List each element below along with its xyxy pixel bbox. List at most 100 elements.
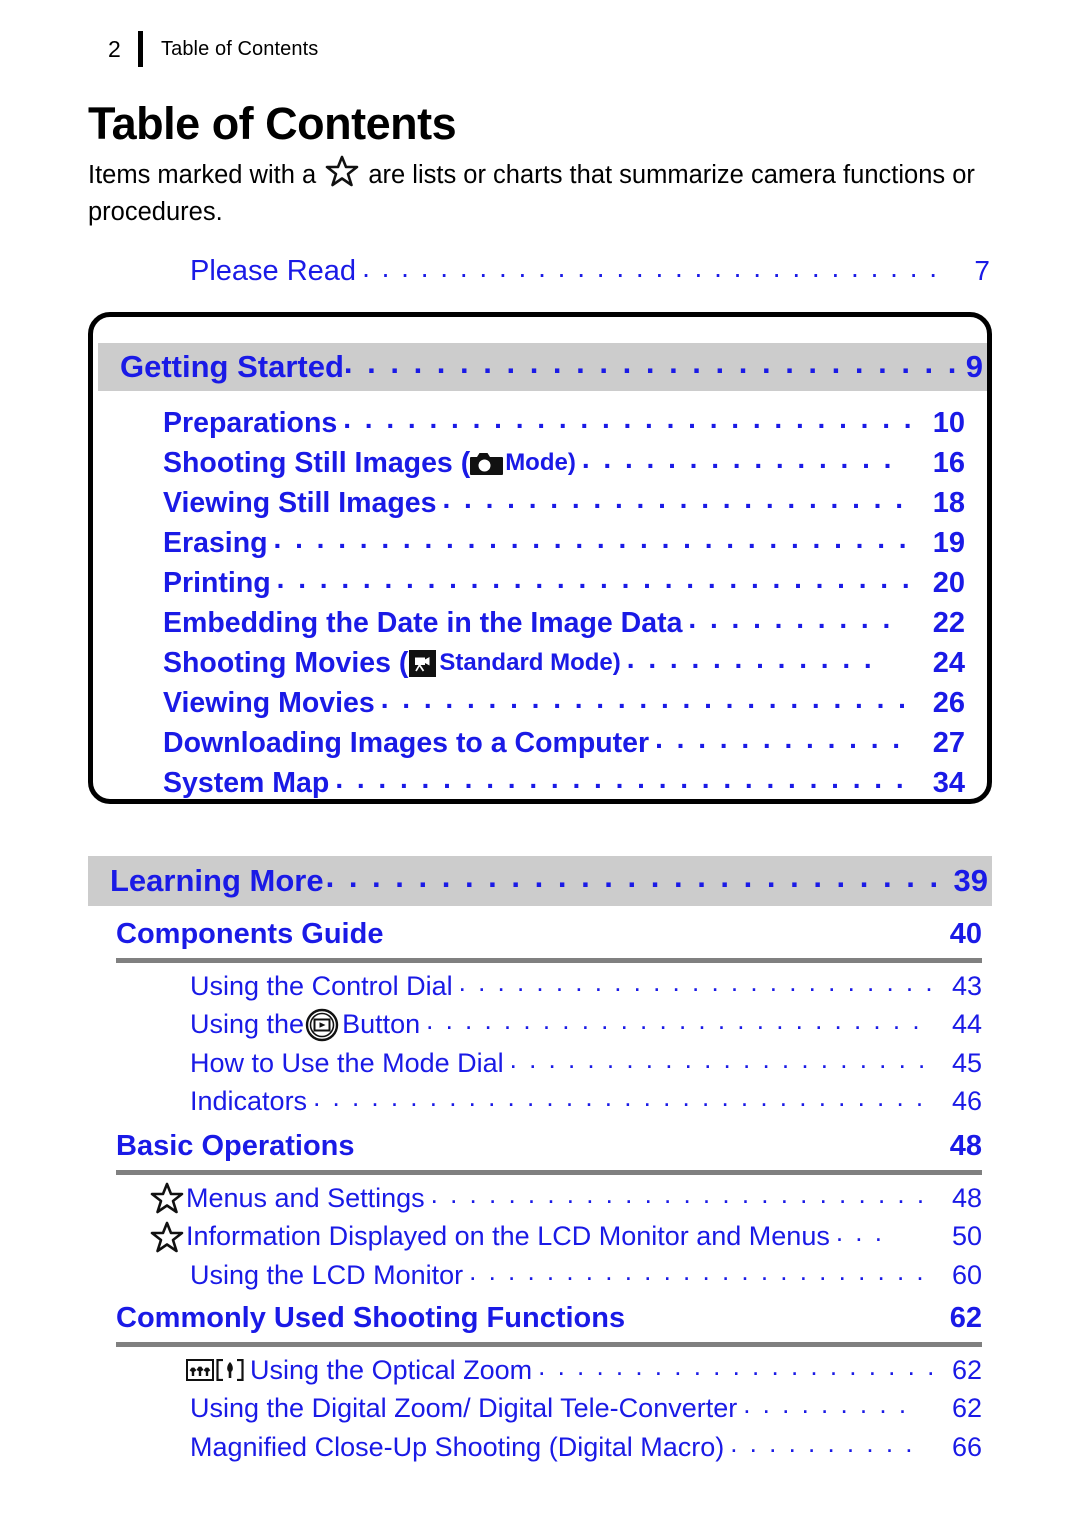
toc-entry-shooting-still-images[interactable]: Shooting Still Images ( Mode) . . . . . … (163, 443, 965, 483)
page-number: 19 (932, 526, 965, 559)
toc-entry-indicators[interactable]: Indicators . . . . . . . . . . . . . . .… (190, 1082, 982, 1122)
section-heading-row[interactable]: Basic Operations 48 (116, 1130, 982, 1163)
toc-entry-using-playback-button[interactable]: Using the Button . . . . . . . . . . . .… (190, 1005, 982, 1045)
section-commonly-used-shooting-functions: Commonly Used Shooting Functions 62 Usin… (116, 1302, 982, 1467)
star-icon (150, 1221, 184, 1253)
toc-entry-viewing-still-images[interactable]: Viewing Still Images . . . . . . . . . .… (163, 483, 965, 523)
toc-entry-label: Magnified Close-Up Shooting (Digital Mac… (190, 1431, 725, 1462)
toc-entry-label: Embedding the Date in the Image Data (163, 606, 683, 639)
toc-entry-label-suffix: Mode) (505, 449, 576, 476)
toc-entry-label: Using the LCD Monitor (190, 1259, 464, 1290)
toc-entry-label: Indicators (190, 1086, 308, 1117)
leader-dots: . . . . . . . . . . . . . . . . . . . . … (325, 859, 950, 894)
toc-entry-downloading-images[interactable]: Downloading Images to a Computer . . . .… (163, 723, 965, 763)
getting-started-banner[interactable]: Getting Started . . . . . . . . . . . . … (98, 343, 987, 391)
page-number: 20 (932, 566, 965, 599)
toc-entry-label-suffix: Button (342, 1009, 421, 1040)
page-number: 16 (932, 446, 965, 479)
section-heading-row[interactable]: Commonly Used Shooting Functions 62 (116, 1302, 982, 1335)
getting-started-box: Getting Started . . . . . . . . . . . . … (88, 312, 992, 804)
page-number: 24 (932, 646, 965, 679)
page-number: 18 (932, 486, 965, 519)
toc-entry-label: How to Use the Mode Dial (190, 1047, 504, 1078)
star-icon (150, 1182, 184, 1214)
toc-entry-viewing-movies[interactable]: Viewing Movies . . . . . . . . . . . . .… (163, 683, 965, 723)
section-title: Learning More (110, 863, 324, 898)
toc-entry-label: Using the Digital Zoom/ Digital Tele-Con… (190, 1393, 738, 1424)
toc-entry-preparations[interactable]: Preparations . . . . . . . . . . . . . .… (163, 403, 965, 443)
section-heading-label: Basic Operations (116, 1130, 355, 1162)
star-icon (325, 155, 359, 187)
section-entry-list: Using the Optical Zoom . . . . . . . . .… (116, 1347, 982, 1467)
leader-dots: . . . . . . . . . . . . . . . . . . . . … (362, 252, 940, 283)
page-number: 39 (953, 863, 988, 898)
page-number: 48 (949, 1130, 982, 1162)
leader-dots: . . . . . . . . . . . . . . . . . . . . … (458, 966, 932, 997)
header-title: Table of Contents (161, 37, 319, 60)
leader-dots: . . . . . . . . . . . . . . . . . . . . … (426, 1005, 932, 1036)
leader-dots: . . . . . . . . . . . . . . . . . . . . … (276, 563, 915, 594)
intro-text-before: Items marked with a (88, 161, 324, 189)
page-header: 2 Table of Contents (108, 28, 318, 70)
toc-entry-magnified-close-up-shooting[interactable]: Magnified Close-Up Shooting (Digital Mac… (190, 1428, 982, 1467)
page-number: 9 (965, 349, 983, 384)
page-number: 44 (951, 1009, 982, 1040)
leader-dots: . . . . . . . . . (743, 1389, 909, 1420)
toc-entry-erasing[interactable]: Erasing . . . . . . . . . . . . . . . . … (163, 523, 965, 563)
intro-paragraph: Items marked with a are lists or charts … (88, 155, 996, 231)
toc-entry-label: Shooting Movies ( (163, 646, 409, 679)
toc-entry-label: Shooting Still Images ( (163, 446, 471, 479)
section-heading-label: Components Guide (116, 918, 384, 950)
leader-dots: . . . . . . . . . . . . . . . . . . . . … (538, 1350, 932, 1381)
toc-entry-using-lcd-monitor[interactable]: Using the LCD Monitor . . . . . . . . . … (190, 1256, 982, 1295)
toc-entry-label: Erasing (163, 526, 268, 559)
page-number: 62 (951, 1354, 982, 1385)
leader-dots: . . . . . . . . . . . . . . . . . . . . … (442, 483, 915, 514)
leader-dots: . . . . . . . . . . . . . . . . . . . . … (469, 1255, 932, 1286)
toc-entry-menus-and-settings[interactable]: Menus and Settings . . . . . . . . . . .… (150, 1179, 982, 1218)
page-number: 50 (951, 1221, 982, 1252)
toc-entry-shooting-movies[interactable]: Shooting Movies ( Standard Mode) . . . .… (163, 643, 965, 683)
toc-entry-embedding-date[interactable]: Embedding the Date in the Image Data . .… (163, 603, 965, 643)
page-number: 27 (932, 726, 965, 759)
section-components-guide: Components Guide 40 Using the Control Di… (116, 918, 982, 1121)
page-number: 48 (951, 1182, 982, 1213)
leader-dots: . . . . . . . . . . . . . . . . . . . . … (343, 403, 915, 434)
movie-icon (408, 649, 437, 678)
page-number: 34 (932, 766, 965, 799)
leader-dots: . . . . . . . . . . . . . . . (581, 443, 895, 474)
toc-entry-label: Preparations (163, 406, 338, 439)
toc-entry-using-optical-zoom[interactable]: Using the Optical Zoom . . . . . . . . .… (186, 1350, 982, 1390)
toc-entry-label: Please Read (190, 255, 357, 287)
toc-entry-label: Viewing Still Images (163, 486, 437, 519)
toc-entry-label: Menus and Settings (186, 1182, 425, 1213)
page-title: Table of Contents (88, 98, 457, 149)
section-entry-list: Menus and Settings . . . . . . . . . . .… (116, 1175, 982, 1295)
toc-entry-label: Using the (190, 1009, 305, 1040)
page-number: 7 (974, 255, 990, 286)
toc-entry-information-displayed[interactable]: Information Displayed on the LCD Monitor… (150, 1217, 982, 1257)
toc-entry-label: Viewing Movies (163, 686, 375, 719)
section-heading-row[interactable]: Components Guide 40 (116, 918, 982, 951)
toc-entry-label: Using the Optical Zoom (250, 1354, 533, 1385)
toc-entry-printing[interactable]: Printing . . . . . . . . . . . . . . . .… (163, 563, 965, 603)
folio-number: 2 (108, 35, 121, 62)
toc-entry-label-suffix: Standard Mode) (439, 649, 621, 676)
toc-entry-please-read[interactable]: Please Read . . . . . . . . . . . . . . … (190, 252, 990, 288)
leader-dots: . . . . . . . . . . . . . . . . . . . . … (509, 1043, 932, 1074)
camera-icon (470, 451, 504, 476)
page-number: 45 (951, 1047, 982, 1078)
toc-entry-how-to-use-mode-dial[interactable]: How to Use the Mode Dial . . . . . . . .… (190, 1044, 982, 1083)
leader-dots: . . . . . . . . . . . . . . . . . . . . … (273, 523, 915, 554)
zoom-telephoto-icon (216, 1359, 244, 1382)
header-divider-rule (138, 31, 143, 67)
leader-dots: . . . . . . . . . . . . . . . . . . . . … (343, 345, 957, 380)
page-number: 26 (932, 686, 965, 719)
leader-dots: . . . . . . . . . . . . . . . . . . . . … (380, 683, 915, 714)
toc-entry-using-digital-zoom[interactable]: Using the Digital Zoom/ Digital Tele-Con… (190, 1389, 982, 1429)
page-number: 62 (949, 1302, 982, 1334)
learning-more-banner[interactable]: Learning More . . . . . . . . . . . . . … (88, 856, 992, 906)
toc-entry-using-control-dial[interactable]: Using the Control Dial . . . . . . . . .… (190, 967, 982, 1006)
leader-dots: . . . . . . . . . . . . (655, 723, 904, 754)
toc-entry-system-map[interactable]: System Map . . . . . . . . . . . . . . .… (163, 763, 965, 803)
